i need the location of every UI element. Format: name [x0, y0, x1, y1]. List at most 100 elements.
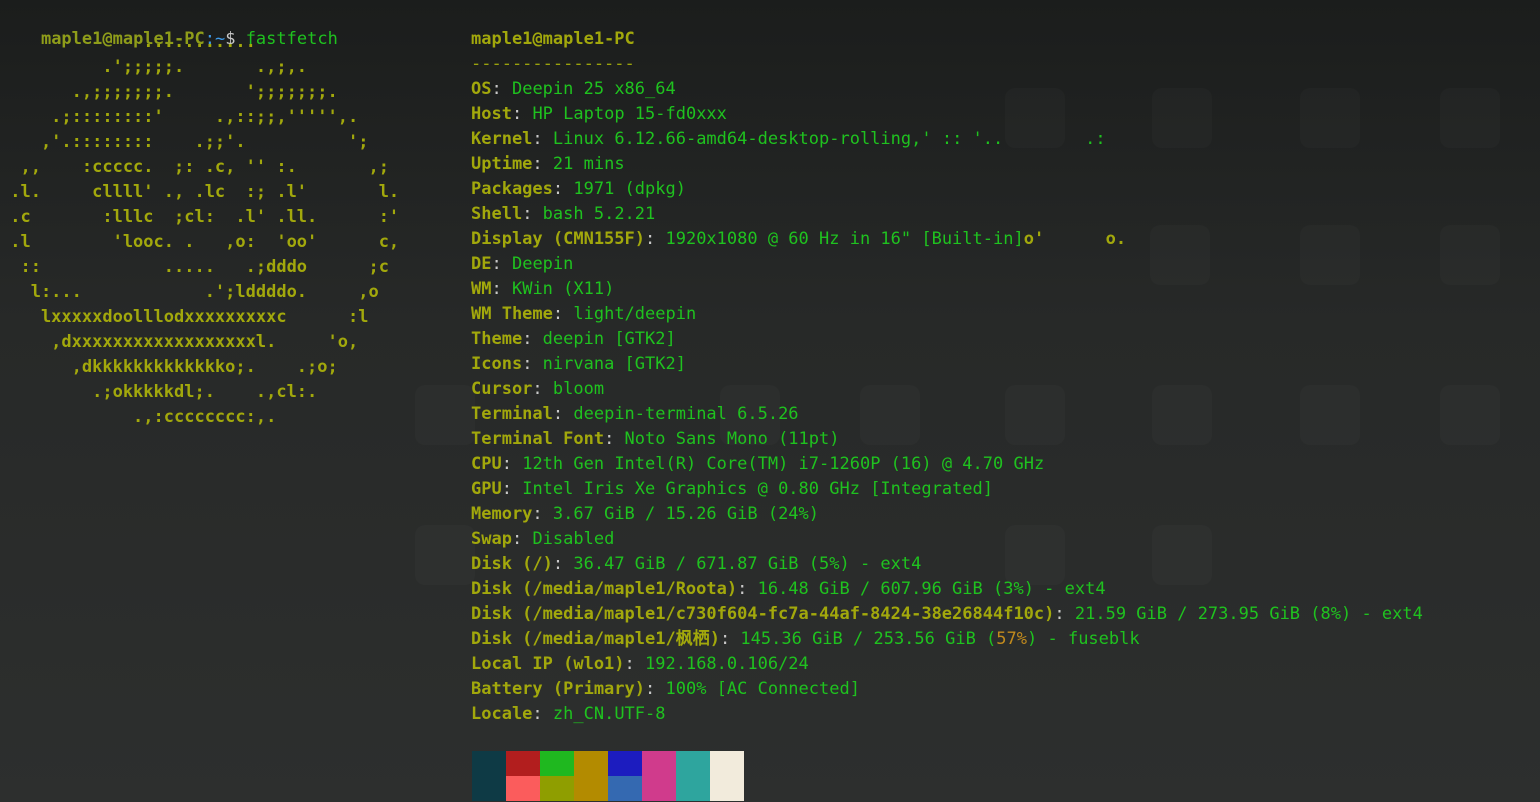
info-row: Packages: 1971 (dpkg): [471, 177, 1423, 202]
info-colon: :: [491, 254, 512, 274]
info-row: Disk (/media/maple1/枫栖): 145.36 GiB / 25…: [471, 627, 1423, 652]
logo-line: ,dxxxxxxxxxxxxxxxxxxl. 'o,: [0, 332, 359, 352]
logo-line: lxxxxxdoolllodxxxxxxxxxc :l: [0, 307, 369, 327]
info-colon: :: [552, 554, 574, 574]
info-row: Disk (/media/maple1/Roota): 16.48 GiB / …: [471, 577, 1423, 602]
info-value: Deepin: [511, 254, 574, 274]
info-row: Uptime: 21 mins: [471, 152, 1423, 177]
logo-line: .;okkkkkdl;. .,cl:.: [0, 382, 318, 402]
color-swatch: [710, 751, 744, 776]
logo-line: l:... .';lddddo. ,o: [0, 282, 379, 302]
info-colon: :: [532, 379, 553, 399]
info-key: GPU: [471, 479, 502, 499]
info-row: Disk (/media/maple1/c730f604-fc7a-44af-8…: [471, 602, 1423, 627]
logo-line: .c :lllc ;cl: .l' .ll. :': [0, 207, 400, 227]
info-row: OS: Deepin 25 x86_64: [471, 77, 1423, 102]
info-colon: :: [645, 679, 666, 699]
info-colon: :: [645, 229, 666, 249]
logo-line: .,:cccccccc:,.: [0, 407, 277, 427]
info-value: KWin (X11): [511, 279, 615, 299]
info-value: 16.48 GiB / 607.96 GiB (3%) - ext4: [757, 579, 1106, 599]
color-swatch: [676, 751, 710, 776]
info-colon: :: [501, 454, 523, 474]
info-value: Disabled: [532, 529, 615, 549]
system-info-panel: maple1@maple1-PC ---------------- OS: De…: [471, 27, 1423, 727]
info-key: Locale: [471, 704, 533, 724]
deepin-ascii-logo: ........... .';;;;;. .,;,. .,;;;;;;;. ';…: [0, 30, 399, 430]
info-colon: :: [511, 529, 533, 549]
logo-line: ,dkkkkkkkkkkkkko;. .;o;: [0, 357, 338, 377]
logo-line: .,;;;;;;;. ';;;;;;;.: [0, 82, 338, 102]
info-key: DE: [471, 254, 492, 274]
info-colon: :: [522, 329, 543, 349]
info-row: Disk (/): 36.47 GiB / 671.87 GiB (5%) - …: [471, 552, 1423, 577]
color-swatch: [472, 776, 506, 801]
info-colon: :: [624, 654, 646, 674]
info-value: Linux 6.12.66-amd64-desktop-rolling,' ::…: [552, 129, 1106, 149]
info-colon: :: [552, 179, 574, 199]
info-key: OS: [471, 79, 492, 99]
info-key: Disk (/media/maple1/Roota): [471, 579, 738, 599]
terminal-window[interactable]: maple1@maple1-PC:~$ fastfetch ..........…: [0, 0, 1540, 802]
shell-prompt: maple1@maple1-PC:~$ fastfetch: [0, 2, 338, 49]
info-key: Disk (/): [471, 554, 553, 574]
info-row: DE: Deepin: [471, 252, 1423, 277]
info-key: CPU: [471, 454, 502, 474]
info-colon: :: [532, 704, 553, 724]
info-colon: :: [491, 279, 512, 299]
info-row: Icons: nirvana [GTK2]: [471, 352, 1423, 377]
info-value: light/deepin: [573, 304, 697, 324]
info-value: 21.59 GiB / 273.95 GiB (8%) - ext4: [1074, 604, 1423, 624]
palette-row-normal: [472, 751, 744, 776]
logo-line: .l 'looc. . ,o: 'oo' c,: [0, 232, 400, 252]
info-key: Cursor: [471, 379, 533, 399]
logo-line: .;::::::::' .,::;;,''''',.: [0, 107, 359, 127]
info-value: 12th Gen Intel(R) Core(TM) i7-1260P (16)…: [522, 454, 1045, 474]
info-row: Terminal Font: Noto Sans Mono (11pt): [471, 427, 1423, 452]
info-value-warning: 57%: [996, 629, 1028, 649]
info-colon: :: [552, 304, 574, 324]
info-row: Host: HP Laptop 15-fd0xxx: [471, 102, 1423, 127]
color-swatch: [608, 776, 642, 801]
info-key: Memory: [471, 504, 533, 524]
info-key: Battery (Primary): [471, 679, 645, 699]
info-value: ) - fuseblk: [1027, 629, 1140, 649]
info-colon: :: [501, 479, 523, 499]
color-swatch: [574, 776, 608, 801]
color-swatch: [540, 776, 574, 801]
info-colon: :: [719, 629, 741, 649]
color-swatch: [710, 776, 744, 801]
logo-line: .l. cllll' ., .lc :; .l' l.: [0, 182, 400, 202]
info-key: Theme: [471, 329, 523, 349]
info-row: CPU: 12th Gen Intel(R) Core(TM) i7-1260P…: [471, 452, 1423, 477]
info-title: maple1@maple1-PC: [471, 29, 635, 49]
info-colon: :: [737, 579, 758, 599]
info-colon: :: [532, 154, 553, 174]
info-value: deepin [GTK2]: [542, 329, 676, 349]
info-row: Swap: Disabled: [471, 527, 1423, 552]
color-swatch: [506, 776, 540, 801]
logo-line: ,'.:::::::: .;;'. ';: [0, 132, 369, 152]
info-key: Local IP (wlo1): [471, 654, 625, 674]
color-swatch: [642, 776, 676, 801]
info-row: Cursor: bloom: [471, 377, 1423, 402]
info-key: Packages: [471, 179, 553, 199]
color-swatch: [574, 751, 608, 776]
info-value: Noto Sans Mono (11pt): [624, 429, 840, 449]
color-swatch: [642, 751, 676, 776]
info-key: Disk (/media/maple1/c730f604-fc7a-44af-8…: [471, 604, 1055, 624]
info-value: 36.47 GiB / 671.87 GiB (5%) - ext4: [573, 554, 922, 574]
color-swatch: [676, 776, 710, 801]
info-key: Disk (/media/maple1/枫栖): [471, 629, 720, 649]
info-row: Locale: zh_CN.UTF-8: [471, 702, 1423, 727]
info-separator: ----------------: [471, 54, 635, 74]
info-key: Icons: [471, 354, 523, 374]
info-key: Terminal: [471, 404, 553, 424]
info-value: 21 mins: [552, 154, 625, 174]
color-swatch: [540, 751, 574, 776]
info-value: nirvana [GTK2]: [542, 354, 686, 374]
info-row: Terminal: deepin-terminal 6.5.26: [471, 402, 1423, 427]
info-key: Shell: [471, 204, 523, 224]
info-colon: :: [552, 404, 574, 424]
info-key: WM Theme: [471, 304, 553, 324]
